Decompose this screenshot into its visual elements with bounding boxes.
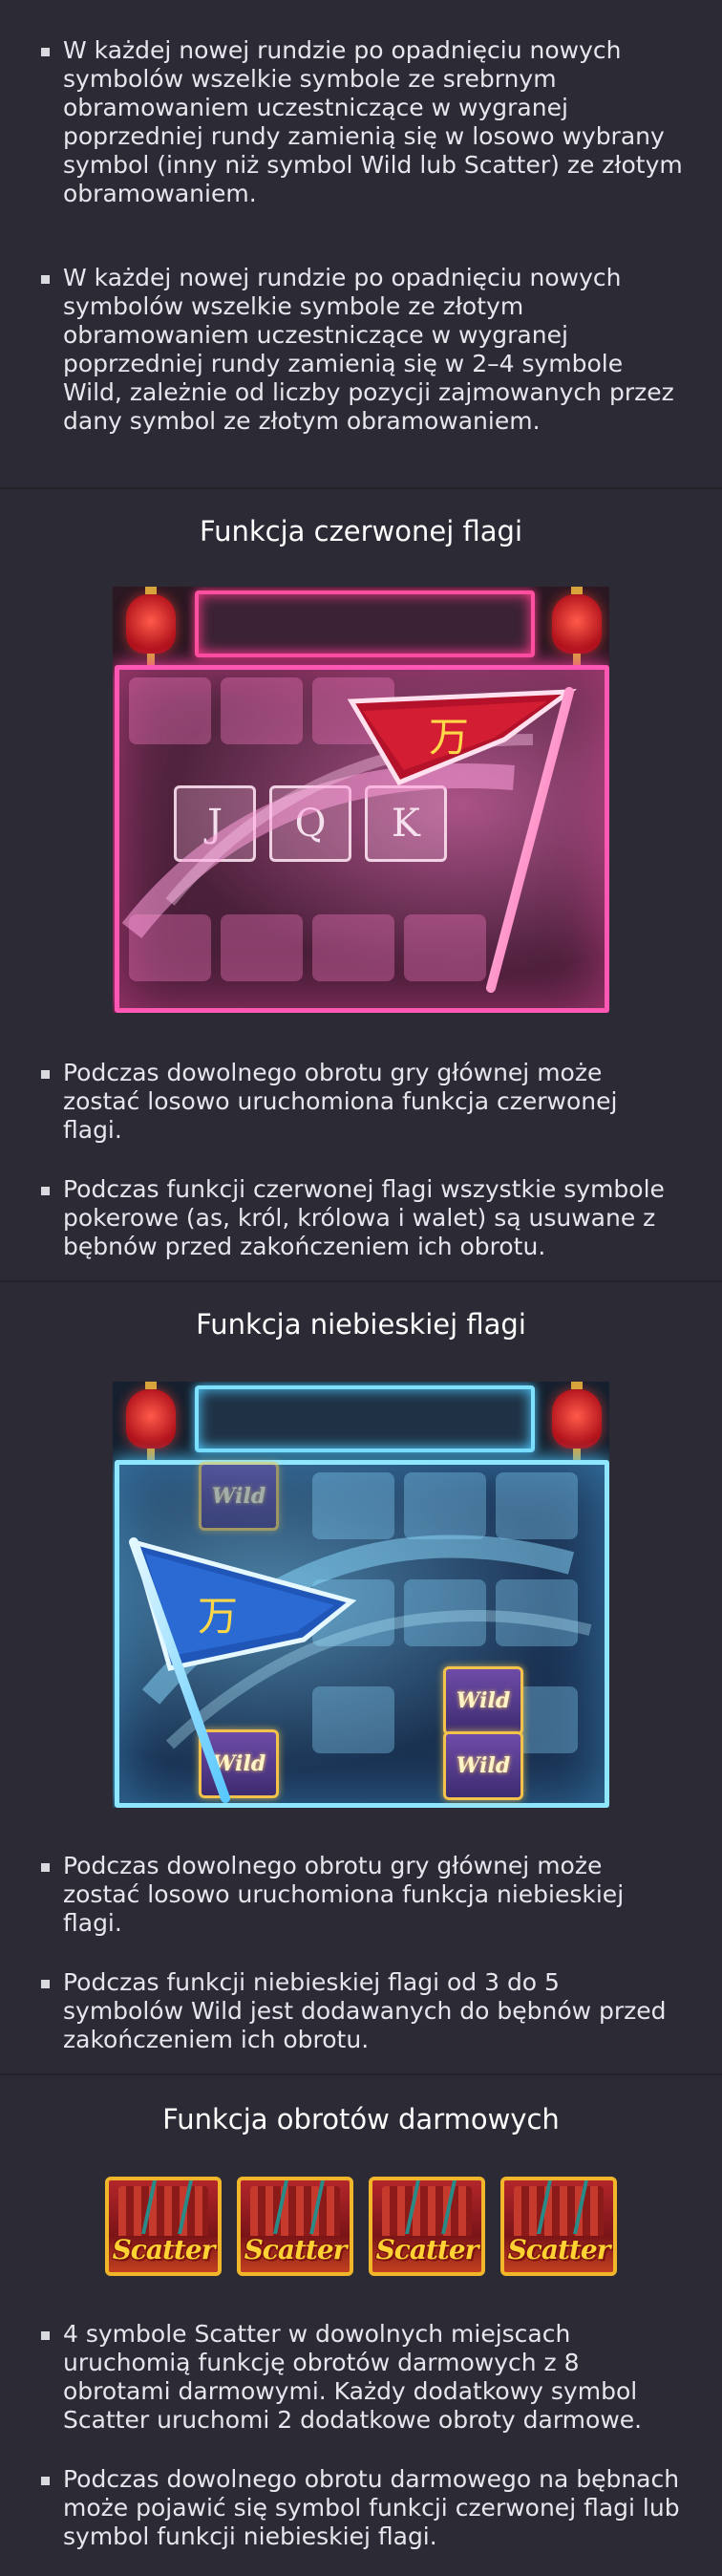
bullet-item: Podczas dowolnego obrotu gry głównej moż…: [0, 1852, 722, 1938]
blue-flag-title: Funkcja niebieskiej flagi: [196, 1308, 526, 1341]
blue-flag-bullet-list: Podczas dowolnego obrotu gry głównej moż…: [0, 1852, 722, 2054]
scatter-symbol: Scatter: [369, 2177, 485, 2276]
scatter-label: Scatter: [244, 2234, 348, 2265]
scatter-symbol: Scatter: [500, 2177, 617, 2276]
free-spins-title: Funkcja obrotów darmowych: [162, 2103, 560, 2136]
blue-flag-illustration: Wild Wild Wild Wild 万: [113, 1382, 609, 1808]
flag-glyph: 万: [429, 714, 469, 761]
red-flag-bullet-list: Podczas dowolnego obrotu gry głównej moż…: [0, 1059, 722, 1261]
bullet-item: Podczas dowolnego obrotu darmowego na bę…: [0, 2465, 722, 2551]
scatter-symbol: Scatter: [105, 2177, 222, 2276]
flag-glyph: 万: [198, 1593, 238, 1640]
bullet-item: 4 symbole Scatter w dowolnych miejscach …: [0, 2320, 722, 2435]
bullet-item: W każdej nowej rundzie po opadnięciu now…: [0, 264, 722, 436]
blue-flag-bullets: Podczas dowolnego obrotu gry głównej moż…: [0, 1852, 722, 2054]
red-flag-icon: 万: [121, 687, 578, 993]
scatter-symbol: Scatter: [237, 2177, 353, 2276]
bullet-item: W każdej nowej rundzie po opadnięciu now…: [0, 36, 722, 233]
intro-section: W każdej nowej rundzie po opadnięciu now…: [0, 36, 722, 436]
red-flag-title: Funkcja czerwonej flagi: [199, 515, 523, 547]
red-flag-illustration: J Q K 万: [113, 587, 609, 1013]
bullet-item: Podczas funkcji niebieskiej flagi od 3 d…: [0, 1968, 722, 2054]
scatter-label: Scatter: [507, 2234, 611, 2265]
scatter-label: Scatter: [375, 2234, 479, 2265]
blue-flag-icon: 万: [129, 1535, 592, 1803]
free-spins-bullet-list: 4 symbole Scatter w dowolnych miejscach …: [0, 2320, 722, 2551]
section-divider: [0, 1280, 722, 1282]
bullet-item: Podczas funkcji czerwonej flagi wszystki…: [0, 1175, 722, 1261]
bullet-item: Podczas dowolnego obrotu gry głównej moż…: [0, 1059, 722, 1145]
red-flag-bullets: Podczas dowolnego obrotu gry głównej moż…: [0, 1059, 722, 1261]
free-spins-bullets: 4 symbole Scatter w dowolnych miejscach …: [0, 2320, 722, 2551]
scatter-label: Scatter: [112, 2234, 216, 2265]
intro-bullet-list: W każdej nowej rundzie po opadnięciu now…: [0, 36, 722, 436]
section-divider: [0, 487, 722, 489]
section-divider: [0, 2073, 722, 2075]
